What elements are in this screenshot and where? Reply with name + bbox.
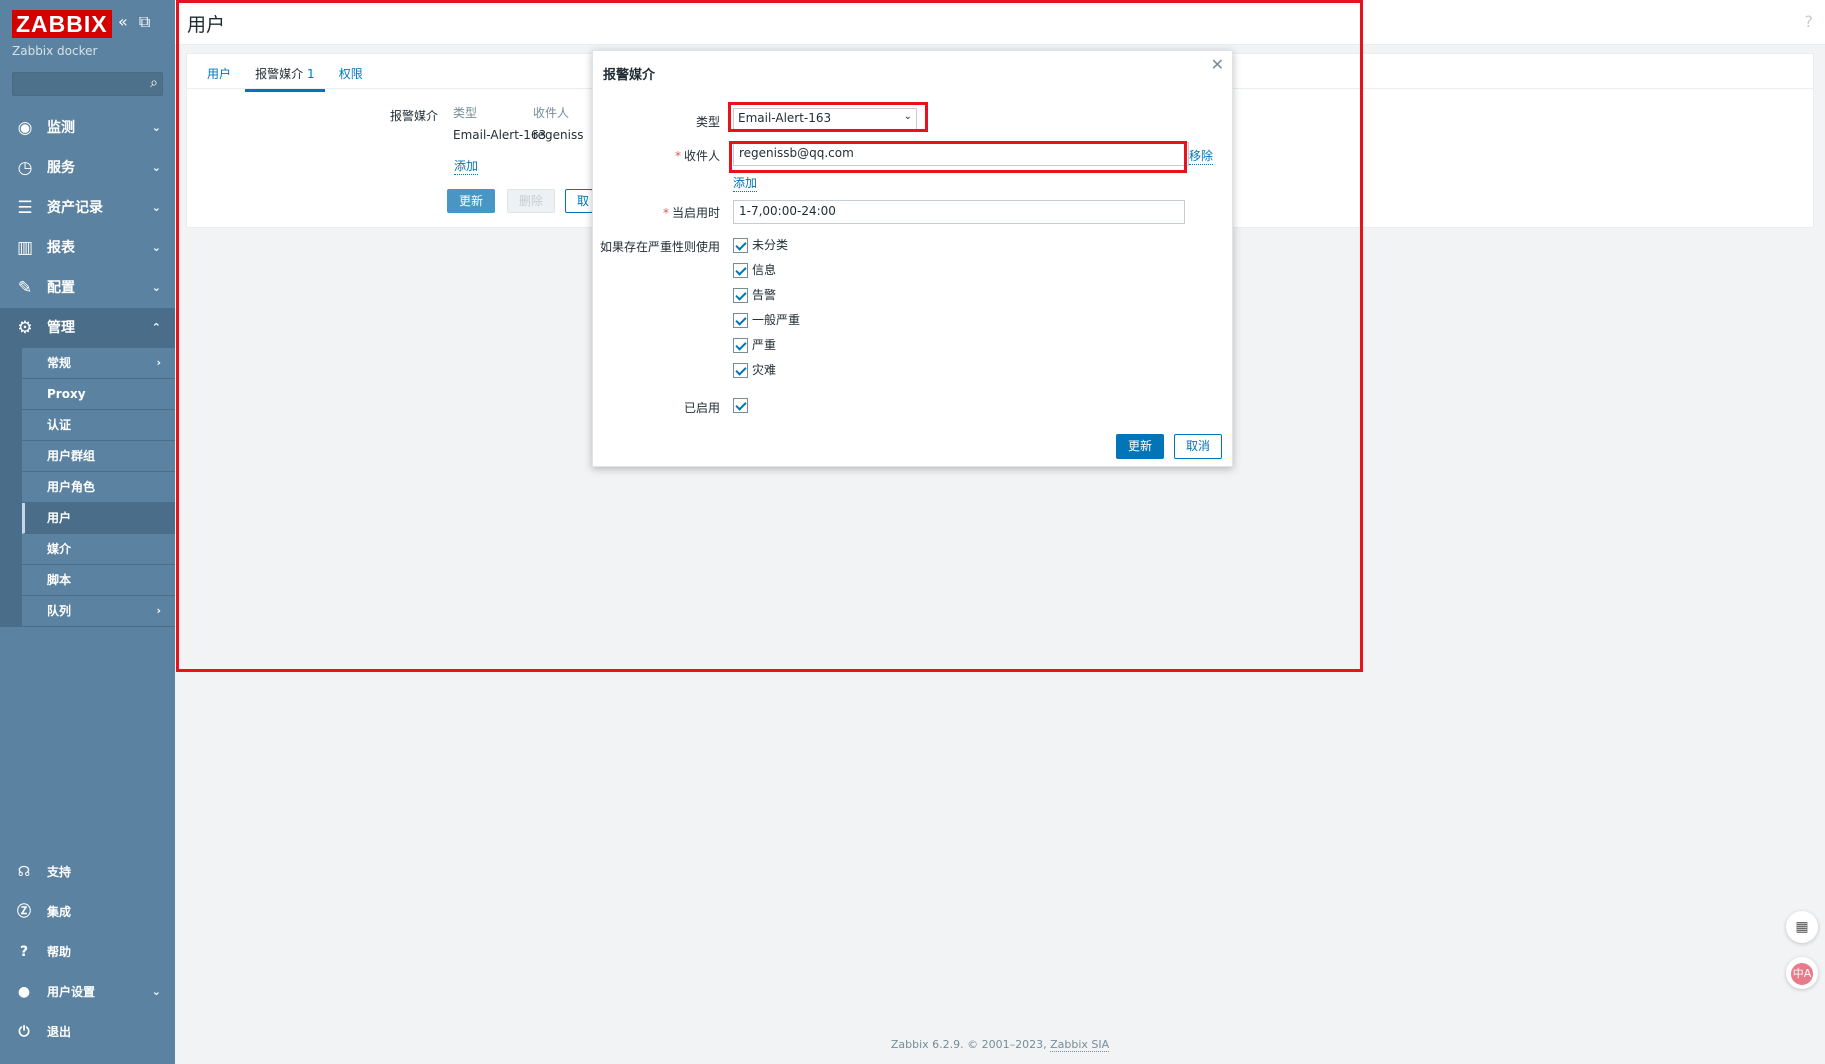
submenu-label: 用户角色 bbox=[47, 480, 96, 494]
chevron-down-icon: ⌄ bbox=[151, 281, 161, 294]
menu-item-reports[interactable]: ▥ 报表 ⌄ bbox=[0, 228, 175, 268]
submenu-item-proxy[interactable]: Proxy bbox=[22, 379, 175, 410]
chevron-down-icon: ⌄ bbox=[151, 201, 161, 214]
submenu-label: 脚本 bbox=[47, 573, 72, 587]
chevron-right-icon: › bbox=[156, 604, 161, 617]
administration-submenu: 常规 › Proxy 认证 用户群组 用户角色 用户 媒介 脚本 队列 › bbox=[0, 348, 175, 627]
menu-item-configuration[interactable]: ✎ 配置 ⌄ bbox=[0, 268, 175, 308]
submenu-label: 用户群组 bbox=[47, 449, 96, 463]
menu-item-help[interactable]: ? 帮助 bbox=[0, 932, 175, 972]
instance-name: Zabbix docker bbox=[12, 44, 98, 58]
translate-icon: 中A bbox=[1791, 963, 1813, 985]
menu-item-monitoring[interactable]: ◉ 监测 ⌄ bbox=[0, 108, 175, 148]
floating-qr-button[interactable]: ▦ bbox=[1786, 911, 1818, 943]
user-icon: ● bbox=[17, 984, 31, 1000]
sidebar-controls: « ⧉ bbox=[118, 12, 156, 32]
submenu-item-media-types[interactable]: 媒介 bbox=[22, 534, 175, 565]
gear-icon: ⚙ bbox=[17, 318, 33, 338]
stopwatch-icon: ◷ bbox=[17, 158, 33, 178]
submenu-label: 队列 bbox=[47, 604, 72, 618]
chevron-down-icon: ⌄ bbox=[151, 121, 161, 134]
sidebar-search-input[interactable]: ⌕ bbox=[12, 72, 163, 96]
submenu-item-scripts[interactable]: 脚本 bbox=[22, 565, 175, 596]
menu-label: 监测 bbox=[47, 120, 75, 136]
submenu-label: 用户 bbox=[47, 511, 72, 525]
chevron-down-icon: ⌄ bbox=[151, 241, 161, 254]
bar-chart-icon: ▥ bbox=[16, 238, 34, 258]
menu-label: 报表 bbox=[47, 240, 75, 256]
menu-label: 帮助 bbox=[47, 945, 72, 959]
floating-translate-button[interactable]: 中A bbox=[1786, 957, 1818, 989]
eye-icon: ◉ bbox=[17, 118, 33, 138]
submenu-label: 常规 bbox=[47, 356, 72, 370]
submenu-item-authentication[interactable]: 认证 bbox=[22, 410, 175, 441]
chevron-right-icon: › bbox=[156, 356, 161, 369]
menu-label: 集成 bbox=[47, 905, 72, 919]
menu-item-sign-out[interactable]: ⏻ 退出 bbox=[0, 1012, 175, 1052]
bottom-menu: ☊ 支持 Ⓩ 集成 ? 帮助 ● 用户设置 ⌄ ⏻ 退出 bbox=[0, 852, 175, 1052]
menu-label: 用户设置 bbox=[47, 985, 96, 999]
submenu-label: Proxy bbox=[47, 387, 86, 401]
menu-item-user-settings[interactable]: ● 用户设置 ⌄ bbox=[0, 972, 175, 1012]
menu-label: 管理 bbox=[47, 320, 75, 336]
submenu-label: 认证 bbox=[47, 418, 72, 432]
help-icon[interactable]: ? bbox=[1805, 12, 1814, 31]
annotation-box-recipient bbox=[729, 141, 1187, 173]
power-icon: ⏻ bbox=[18, 1024, 30, 1040]
qr-code-icon: ▦ bbox=[1795, 919, 1809, 935]
chevron-up-icon: ⌃ bbox=[151, 321, 161, 334]
main-menu: ◉ 监测 ⌄ ◷ 服务 ⌄ ☰ 资产记录 ⌄ ▥ 报表 ⌄ ✎ 配置 ⌄ ⚙ 管… bbox=[0, 108, 175, 627]
submenu-label: 媒介 bbox=[47, 542, 72, 556]
headset-icon: ☊ bbox=[17, 864, 31, 880]
menu-item-inventory[interactable]: ☰ 资产记录 ⌄ bbox=[0, 188, 175, 228]
menu-item-integrations[interactable]: Ⓩ 集成 bbox=[0, 892, 175, 932]
submenu-item-general[interactable]: 常规 › bbox=[22, 348, 175, 379]
zabbix-logo[interactable]: ZABBIX bbox=[12, 10, 112, 38]
submenu-item-user-groups[interactable]: 用户群组 bbox=[22, 441, 175, 472]
company-link[interactable]: Zabbix SIA bbox=[1050, 1038, 1110, 1052]
copyright-text: Zabbix 6.2.9. © 2001–2023, bbox=[890, 1038, 1051, 1051]
menu-label: 资产记录 bbox=[47, 200, 103, 216]
menu-item-services[interactable]: ◷ 服务 ⌄ bbox=[0, 148, 175, 188]
search-icon[interactable]: ⌕ bbox=[150, 75, 158, 91]
logo-row: ZABBIX bbox=[12, 10, 112, 38]
footer: Zabbix 6.2.9. © 2001–2023, Zabbix SIA bbox=[175, 1038, 1825, 1052]
zabbix-z-icon: Ⓩ bbox=[17, 904, 31, 920]
list-icon: ☰ bbox=[17, 198, 33, 218]
submenu-item-queue[interactable]: 队列 › bbox=[22, 596, 175, 627]
submenu-item-users[interactable]: 用户 bbox=[22, 503, 175, 534]
menu-item-administration[interactable]: ⚙ 管理 ⌃ bbox=[0, 308, 175, 348]
sidebar: ZABBIX « ⧉ Zabbix docker ⌕ ◉ 监测 ⌄ ◷ 服务 ⌄… bbox=[0, 0, 175, 1064]
collapse-sidebar-icon[interactable]: « bbox=[118, 12, 128, 31]
menu-item-support[interactable]: ☊ 支持 bbox=[0, 852, 175, 892]
submenu-item-user-roles[interactable]: 用户角色 bbox=[22, 472, 175, 503]
kiosk-mode-icon[interactable]: ⧉ bbox=[139, 12, 150, 31]
menu-label: 配置 bbox=[47, 280, 75, 296]
menu-label: 支持 bbox=[47, 865, 72, 879]
wrench-icon: ✎ bbox=[17, 278, 33, 298]
chevron-down-icon: ⌄ bbox=[151, 985, 161, 998]
annotation-box-page bbox=[176, 0, 1363, 672]
annotation-box-type bbox=[728, 102, 928, 132]
chevron-down-icon: ⌄ bbox=[151, 161, 161, 174]
question-icon: ? bbox=[19, 944, 29, 960]
menu-label: 服务 bbox=[47, 160, 75, 176]
menu-label: 退出 bbox=[47, 1025, 72, 1039]
